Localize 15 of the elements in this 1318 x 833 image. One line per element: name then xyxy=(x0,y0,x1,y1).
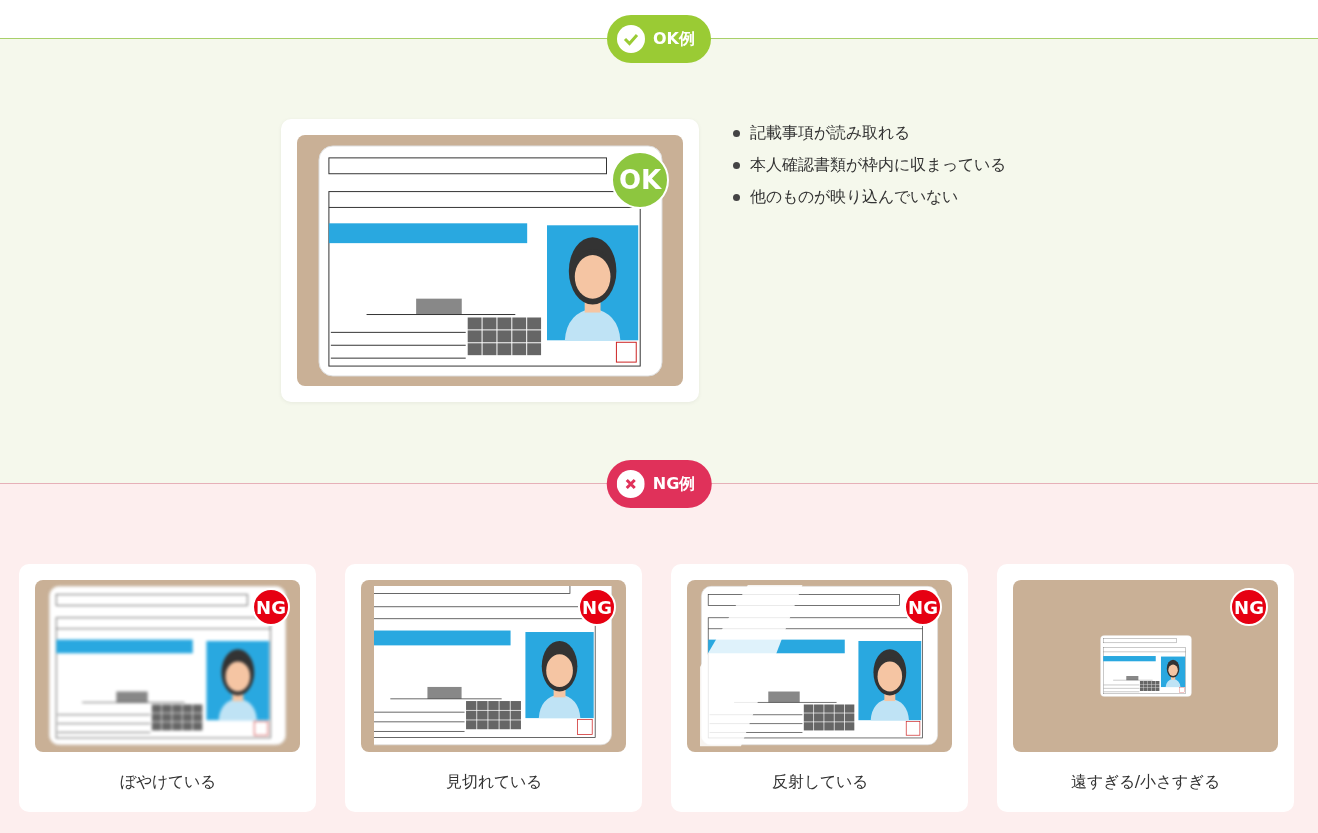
example-caption: 反射している xyxy=(771,772,868,793)
section-label: NG例 xyxy=(606,460,712,508)
checkpoint-text: 他のものが映り込んでいない xyxy=(750,187,958,208)
bullet-icon xyxy=(733,130,740,137)
bullet-icon xyxy=(733,194,740,201)
check-icon xyxy=(617,25,645,53)
checkpoint-text: 本人確認書類が枠内に収まっている xyxy=(750,155,1006,176)
example-caption: ぼやけている xyxy=(119,772,216,793)
bullet-icon xyxy=(733,162,740,169)
example-caption: 遠すぎる/小さすぎる xyxy=(1070,772,1221,793)
section-label: OK例 xyxy=(607,15,711,63)
example-caption: 見切れている xyxy=(445,772,542,793)
ng-badge: NG xyxy=(1230,588,1268,626)
checkpoint-text: 記載事項が読み取れる xyxy=(750,123,910,144)
cross-icon xyxy=(616,470,645,498)
